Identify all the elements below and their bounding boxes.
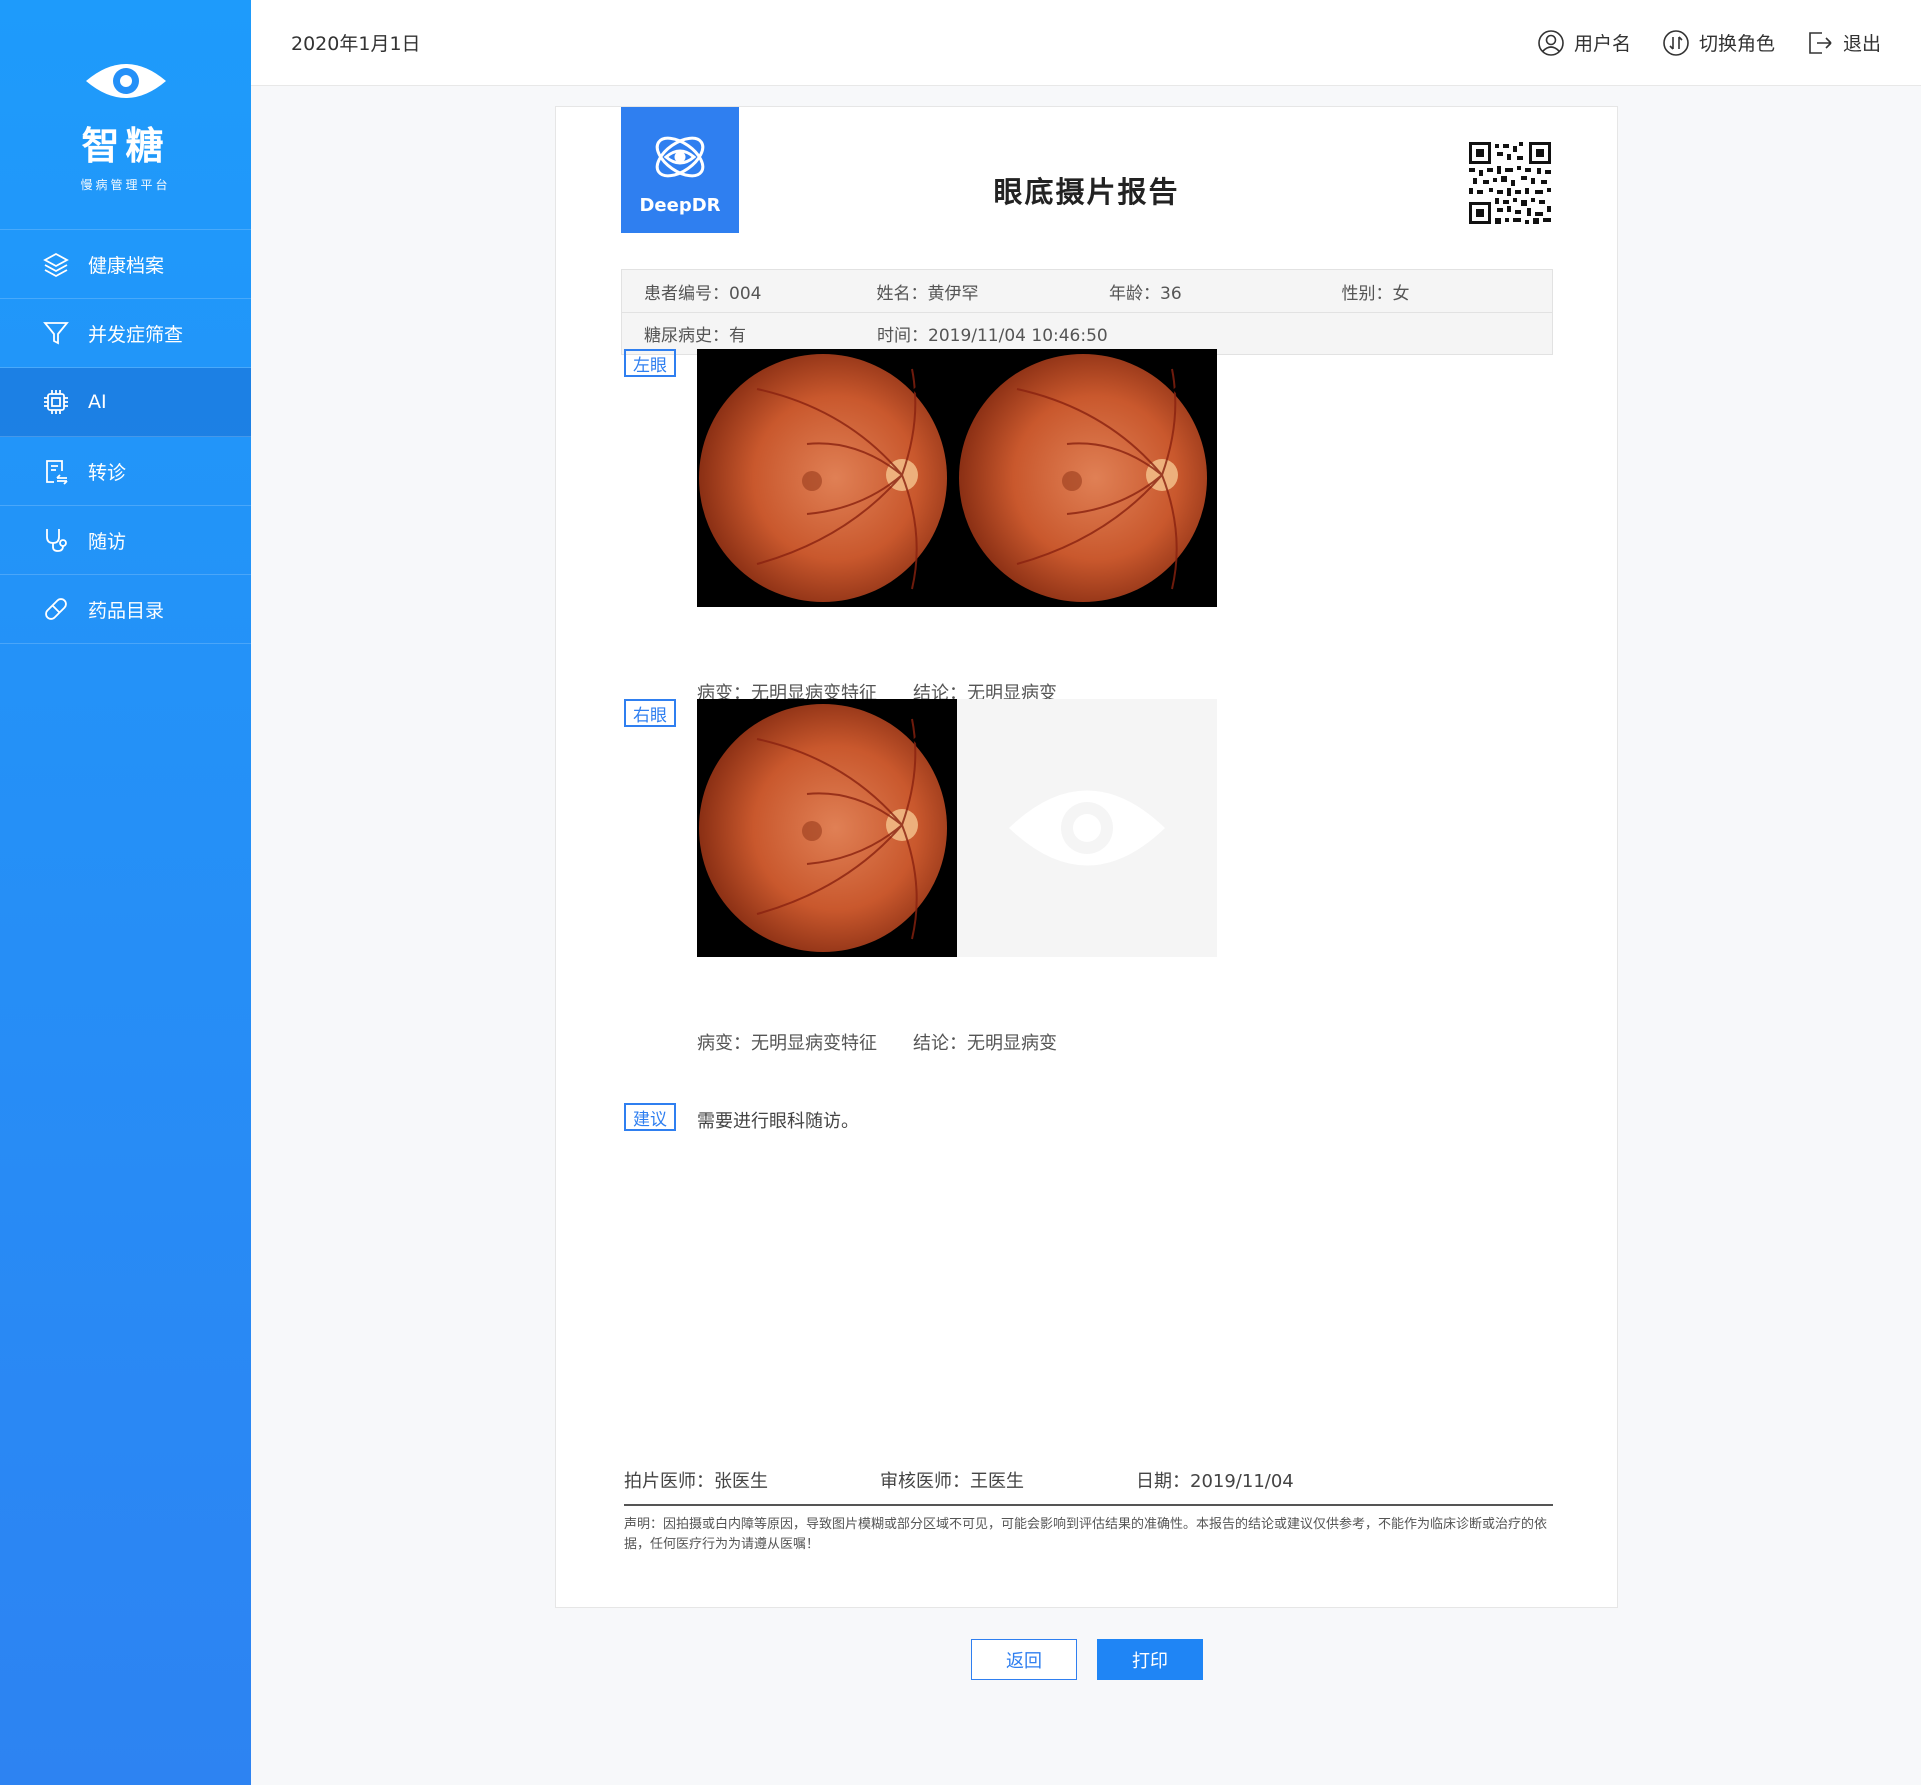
diabetes-history: 糖尿病史：有 xyxy=(644,326,746,346)
action-buttons: 返回 打印 xyxy=(971,1639,1203,1680)
patient-info-row: 患者编号：004 姓名：黄伊罕 年龄：36 性别：女 xyxy=(622,270,1552,312)
reviewer: 审核医师：王医生 xyxy=(880,1471,1024,1492)
disclaimer: 声明：因拍摄或白内障等原因，导致图片模糊或部分区域不可见，可能会影响到评估结果的… xyxy=(624,1517,1548,1552)
sidebar: 智糖 慢病管理平台 健康档案 并发症筛查 AI 转诊 随访 药品目录 xyxy=(0,0,251,1785)
divider xyxy=(624,1504,1553,1506)
fundus-photo xyxy=(697,349,957,607)
sidebar-item-label: 转诊 xyxy=(88,461,127,484)
logout-icon xyxy=(1809,31,1832,54)
sidebar-item-label: 随访 xyxy=(88,530,127,553)
eye-placeholder-icon xyxy=(1009,790,1165,866)
patient-info-row: 糖尿病史：有 时间：2019/11/04 10:46:50 xyxy=(622,312,1552,354)
left-eye-tag: 左眼 xyxy=(624,349,676,377)
user-label: 用户名 xyxy=(1573,33,1631,55)
left-eye-fundus-image-2[interactable] xyxy=(957,349,1217,607)
right-eye-tag: 右眼 xyxy=(624,699,676,727)
sidebar-item-complication-screening[interactable]: 并发症筛查 xyxy=(0,299,251,368)
back-button[interactable]: 返回 xyxy=(971,1639,1077,1680)
sidebar-item-follow-up[interactable]: 随访 xyxy=(0,506,251,575)
patient-id: 患者编号：004 xyxy=(644,283,762,304)
patient-name: 姓名：黄伊罕 xyxy=(876,283,979,304)
top-bar: 2020年1月1日 用户名 切换角色 退出 xyxy=(251,0,1921,86)
switch-role-label: 切换角色 xyxy=(1698,33,1775,55)
current-date: 2020年1月1日 xyxy=(291,33,421,55)
switch-role-button[interactable]: 切换角色 xyxy=(1661,28,1775,58)
sidebar-item-ai[interactable]: AI xyxy=(0,368,251,437)
fundus-photo xyxy=(957,349,1217,607)
sign-date: 日期：2019/11/04 xyxy=(1136,1471,1294,1492)
qr-code-icon xyxy=(1469,142,1551,224)
report-title: 眼底摄片报告 xyxy=(993,175,1180,209)
right-eye-fundus-image-1[interactable] xyxy=(697,699,957,957)
sidebar-item-drug-catalog[interactable]: 药品目录 xyxy=(0,575,251,644)
eye-logo-icon xyxy=(85,64,166,98)
right-eye-conclusion: 结论：无明显病变 xyxy=(913,1033,1057,1054)
left-eye-fundus-image-1[interactable] xyxy=(697,349,957,607)
patient-age: 年龄：36 xyxy=(1109,283,1182,304)
right-eye-lesion: 病变：无明显病变特征 xyxy=(697,1033,877,1054)
user-icon xyxy=(1538,29,1564,56)
chip-icon xyxy=(42,388,70,416)
sidebar-item-health-records[interactable]: 健康档案 xyxy=(0,230,251,299)
sidebar-item-referral[interactable]: 转诊 xyxy=(0,437,251,506)
exam-time: 时间：2019/11/04 10:46:50 xyxy=(877,326,1108,346)
filter-icon xyxy=(42,319,70,347)
right-eye-images xyxy=(697,699,1217,957)
fundus-photo xyxy=(697,699,957,957)
brand: 智糖 慢病管理平台 xyxy=(0,0,251,230)
brand-name: 智糖 xyxy=(81,124,170,168)
pill-icon xyxy=(42,595,70,623)
advice-tag: 建议 xyxy=(624,1103,676,1131)
layers-icon xyxy=(42,250,70,278)
sidebar-item-label: 健康档案 xyxy=(88,254,165,277)
switch-icon xyxy=(1663,29,1689,56)
patient-gender: 性别：女 xyxy=(1341,283,1410,304)
patient-info-table: 患者编号：004 姓名：黄伊罕 年龄：36 性别：女 糖尿病史：有 时间：201… xyxy=(621,269,1553,355)
referral-icon xyxy=(42,457,70,485)
advice-text: 需要进行眼科随访。 xyxy=(697,1111,859,1132)
logout-button[interactable]: 退出 xyxy=(1805,28,1881,58)
report-card: DeepDR 眼底摄片报告 患者编号：004 姓名：黄伊罕 年龄：36 性别：女… xyxy=(555,106,1618,1608)
right-eye-result: 病变：无明显病变特征 结论：无明显病变 xyxy=(697,1029,1057,1055)
right-eye-image-placeholder[interactable] xyxy=(957,699,1217,957)
sidebar-item-label: 并发症筛查 xyxy=(88,323,184,346)
signatures: 拍片医师：张医生 审核医师：王医生 日期：2019/11/04 xyxy=(624,1467,1294,1493)
photographer: 拍片医师：张医生 xyxy=(624,1471,768,1492)
left-eye-images xyxy=(697,349,1217,607)
logout-label: 退出 xyxy=(1842,33,1881,55)
stethoscope-icon xyxy=(42,526,70,554)
brand-subtitle: 慢病管理平台 xyxy=(80,178,171,192)
sidebar-item-label: 药品目录 xyxy=(88,599,165,622)
sidebar-item-label: AI xyxy=(88,391,107,413)
user-menu[interactable]: 用户名 xyxy=(1536,28,1631,58)
print-button[interactable]: 打印 xyxy=(1097,1639,1203,1680)
